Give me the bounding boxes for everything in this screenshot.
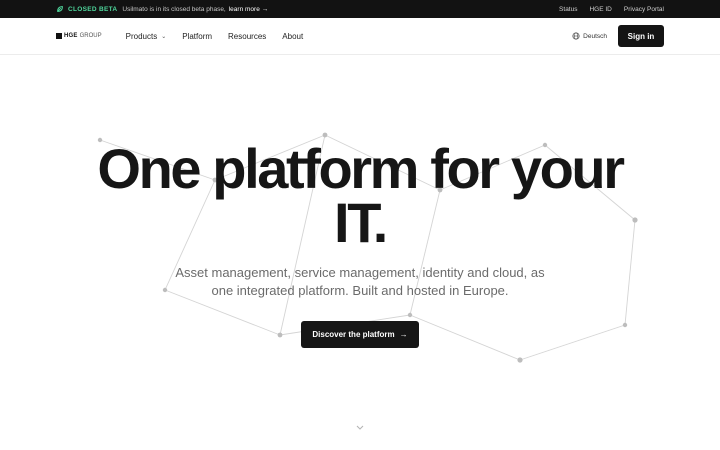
privacy-portal-link[interactable]: Privacy Portal xyxy=(624,6,664,13)
nav-item-platform[interactable]: Platform xyxy=(182,32,212,41)
leaf-icon xyxy=(57,6,63,12)
closed-beta-badge: CLOSED BETA xyxy=(68,5,118,13)
language-switcher[interactable]: Deutsch xyxy=(572,32,607,40)
globe-icon xyxy=(572,32,580,40)
chevron-down-icon: ⌄ xyxy=(161,33,167,40)
nav-actions: Deutsch Sign in xyxy=(572,25,664,47)
status-link[interactable]: Status xyxy=(559,6,577,13)
beta-message: Usilmato is in its closed beta phase, xyxy=(122,5,226,13)
logo-text-bold: HGE xyxy=(64,33,78,39)
hge-group-logo[interactable]: HGE GROUP xyxy=(56,33,102,39)
hero-subtitle-line-2: one integrated platform. Built and hoste… xyxy=(211,283,509,298)
arrow-right-icon: → xyxy=(399,330,408,339)
hero-subtitle: Asset management, service management, id… xyxy=(150,264,570,300)
nav-item-products-label: Products xyxy=(125,31,158,41)
discover-platform-label: Discover the platform xyxy=(312,330,395,339)
logo-mark-icon xyxy=(56,33,62,39)
main-nav: HGE GROUP Products ⌄ Platform Resources … xyxy=(0,18,720,55)
sign-in-button[interactable]: Sign in xyxy=(618,25,664,47)
learn-more-link[interactable]: learn more → xyxy=(229,6,268,13)
announcement-bar: CLOSED BETA Usilmato is in its closed be… xyxy=(0,0,720,18)
discover-platform-button[interactable]: Discover the platform → xyxy=(301,321,419,348)
hero-subtitle-line-1: Asset management, service management, id… xyxy=(175,265,545,280)
nav-item-products[interactable]: Products ⌄ xyxy=(126,32,167,41)
nav-item-resources[interactable]: Resources xyxy=(228,32,266,41)
hge-id-link[interactable]: HGE ID xyxy=(589,6,611,13)
logo-text-light: GROUP xyxy=(79,33,102,39)
hero-title: One platform for your IT. xyxy=(60,141,660,251)
chevron-down-icon[interactable] xyxy=(355,424,365,432)
hero-title-line-2: IT. xyxy=(334,191,388,254)
topbar-links: Status HGE ID Privacy Portal xyxy=(559,6,664,13)
language-label: Deutsch xyxy=(583,32,607,40)
nav-links: Products ⌄ Platform Resources About xyxy=(126,32,304,41)
nav-item-about[interactable]: About xyxy=(282,32,303,41)
